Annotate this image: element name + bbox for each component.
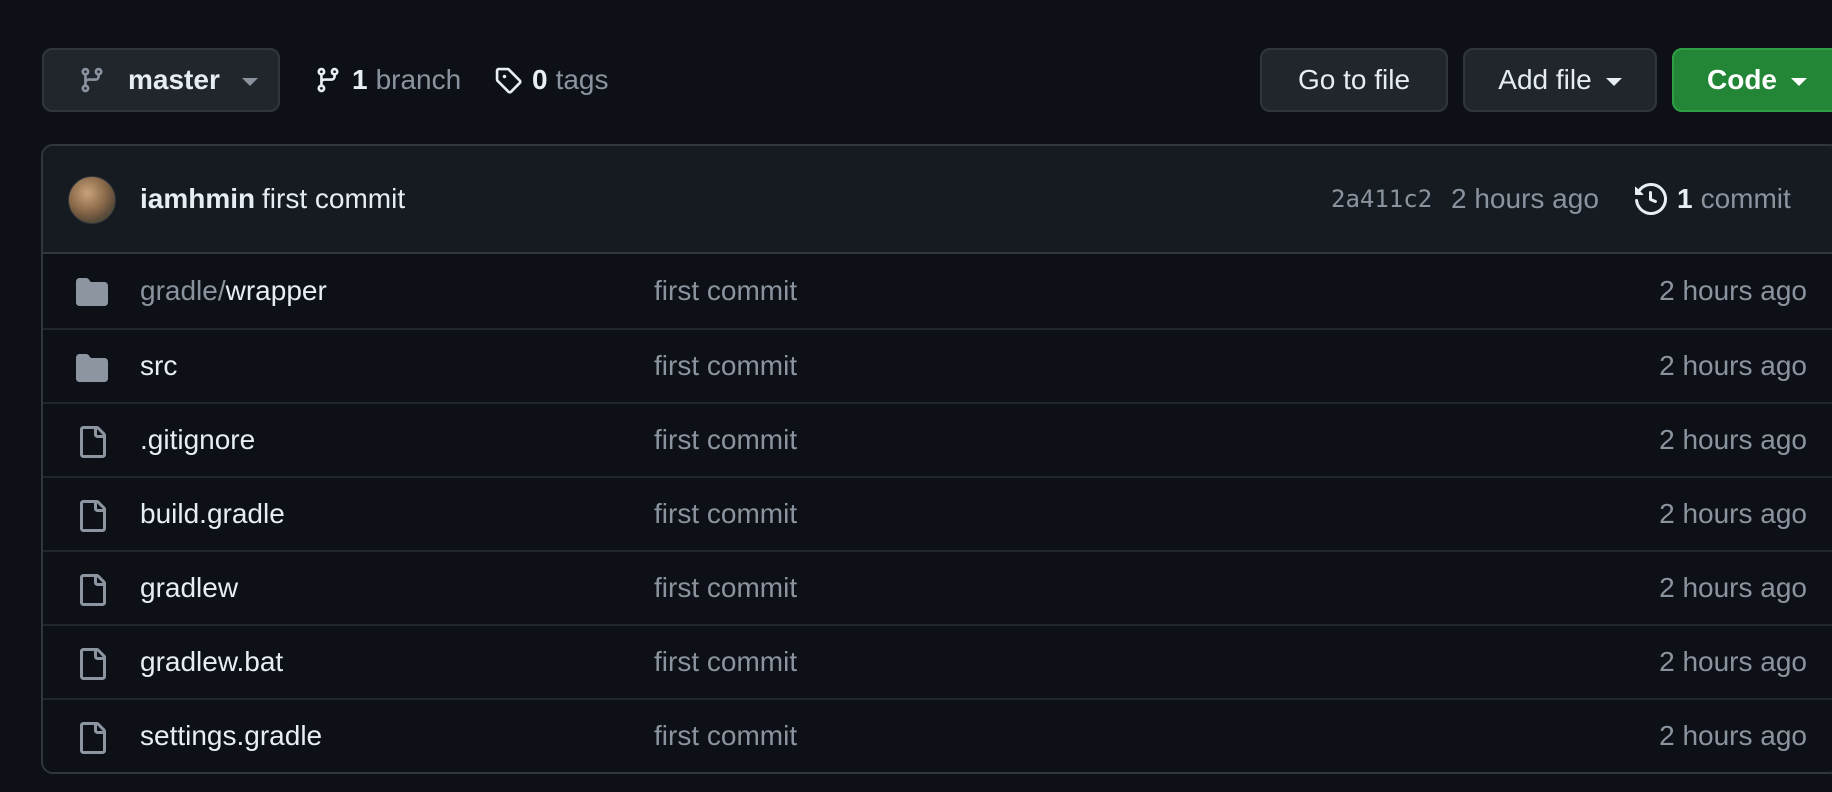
file-name-link[interactable]: src	[140, 350, 177, 382]
file-name-link[interactable]: gradlew.bat	[140, 646, 283, 678]
folder-icon	[76, 276, 108, 308]
file-row[interactable]: gradlew.bat first commit 2 hours ago	[43, 624, 1832, 698]
file-commit-message-link[interactable]: first commit	[654, 646, 797, 678]
file-icon	[76, 722, 108, 754]
commit-author-link[interactable]: iamhmin	[140, 183, 255, 215]
file-name-link[interactable]: gradlew	[140, 572, 238, 604]
branches-link[interactable]: 1 branch	[314, 48, 461, 112]
file-commit-time: 2 hours ago	[1659, 646, 1807, 677]
file-rows: gradle/wrapper first commit 2 hours ago sr…	[43, 254, 1832, 772]
file-row[interactable]: gradlew first commit 2 hours ago	[43, 550, 1832, 624]
file-commit-message-link[interactable]: first commit	[654, 350, 797, 382]
tag-icon	[494, 66, 522, 94]
file-commit-message-link[interactable]: first commit	[654, 275, 797, 307]
file-name-prefix: gradle/	[140, 275, 226, 306]
file-name-link[interactable]: settings.gradle	[140, 720, 322, 752]
file-name-text: gradlew.bat	[140, 646, 284, 677]
avatar[interactable]	[68, 176, 116, 224]
file-icon	[76, 500, 108, 532]
commit-message-link[interactable]: first commit	[262, 183, 405, 215]
code-label: Code	[1707, 64, 1777, 95]
file-commit-message-link[interactable]: first commit	[654, 424, 797, 456]
file-row[interactable]: gradle/wrapper first commit 2 hours ago	[43, 254, 1832, 328]
file-row[interactable]: src first commit 2 hours ago	[43, 328, 1832, 402]
add-file-label: Add file	[1498, 64, 1592, 95]
file-name-text: .gitignore	[140, 424, 256, 455]
file-commit-time: 2 hours ago	[1659, 720, 1807, 751]
commit-history-link[interactable]: 1 commit	[1635, 183, 1791, 215]
file-commit-time: 2 hours ago	[1659, 275, 1807, 306]
branch-word: branch	[375, 64, 462, 95]
git-branch-icon	[78, 66, 106, 94]
add-file-button[interactable]: Add file	[1463, 48, 1657, 112]
file-row[interactable]: build.gradle first commit 2 hours ago	[43, 476, 1832, 550]
chevron-down-icon	[241, 77, 258, 86]
tag-count: 0	[532, 64, 548, 95]
chevron-down-icon	[1791, 77, 1807, 86]
git-branch-icon	[314, 66, 342, 94]
tag-word: tags	[555, 64, 609, 95]
file-name-link[interactable]: .gitignore	[140, 424, 255, 456]
file-commit-message-link[interactable]: first commit	[654, 572, 797, 604]
go-to-file-button[interactable]: Go to file	[1260, 48, 1448, 112]
commit-count: 1	[1677, 183, 1693, 214]
file-commit-time: 2 hours ago	[1659, 572, 1807, 603]
commit-word: commit	[1700, 183, 1791, 214]
file-icon	[76, 574, 108, 606]
file-commit-time: 2 hours ago	[1659, 424, 1807, 455]
history-icon	[1635, 183, 1667, 215]
tags-link[interactable]: 0 tags	[494, 48, 609, 112]
go-to-file-label: Go to file	[1297, 64, 1411, 95]
branch-name: master	[128, 64, 220, 95]
latest-commit-bar: iamhmin first commit 2a411c2 2 hours ago…	[43, 146, 1832, 254]
file-name-text: gradlew	[140, 572, 239, 603]
commit-time: 2 hours ago	[1451, 183, 1599, 214]
file-name-text: wrapper	[225, 275, 327, 306]
file-name-link[interactable]: build.gradle	[140, 498, 285, 530]
branch-select-button[interactable]: master	[42, 48, 280, 112]
file-list-box: iamhmin first commit 2a411c2 2 hours ago…	[41, 144, 1832, 774]
code-button[interactable]: Code	[1672, 48, 1832, 112]
file-icon	[76, 648, 108, 680]
file-commit-message-link[interactable]: first commit	[654, 498, 797, 530]
file-commit-time: 2 hours ago	[1659, 350, 1807, 381]
folder-icon	[76, 352, 108, 384]
file-name-text: settings.gradle	[140, 720, 323, 751]
file-row[interactable]: settings.gradle first commit 2 hours ago	[43, 698, 1832, 772]
file-name-link[interactable]: gradle/wrapper	[140, 275, 327, 307]
file-name-text: build.gradle	[140, 498, 285, 529]
file-icon	[76, 426, 108, 458]
branch-count: 1	[352, 64, 368, 95]
chevron-down-icon	[1605, 77, 1622, 86]
file-commit-message-link[interactable]: first commit	[654, 720, 797, 752]
file-row[interactable]: .gitignore first commit 2 hours ago	[43, 402, 1832, 476]
commit-sha-link[interactable]: 2a411c2	[1331, 185, 1432, 213]
file-commit-time: 2 hours ago	[1659, 498, 1807, 529]
repo-toolbar: master 1 branch 0 tags Go to file Add fi…	[42, 48, 1832, 112]
file-name-text: src	[140, 350, 178, 381]
